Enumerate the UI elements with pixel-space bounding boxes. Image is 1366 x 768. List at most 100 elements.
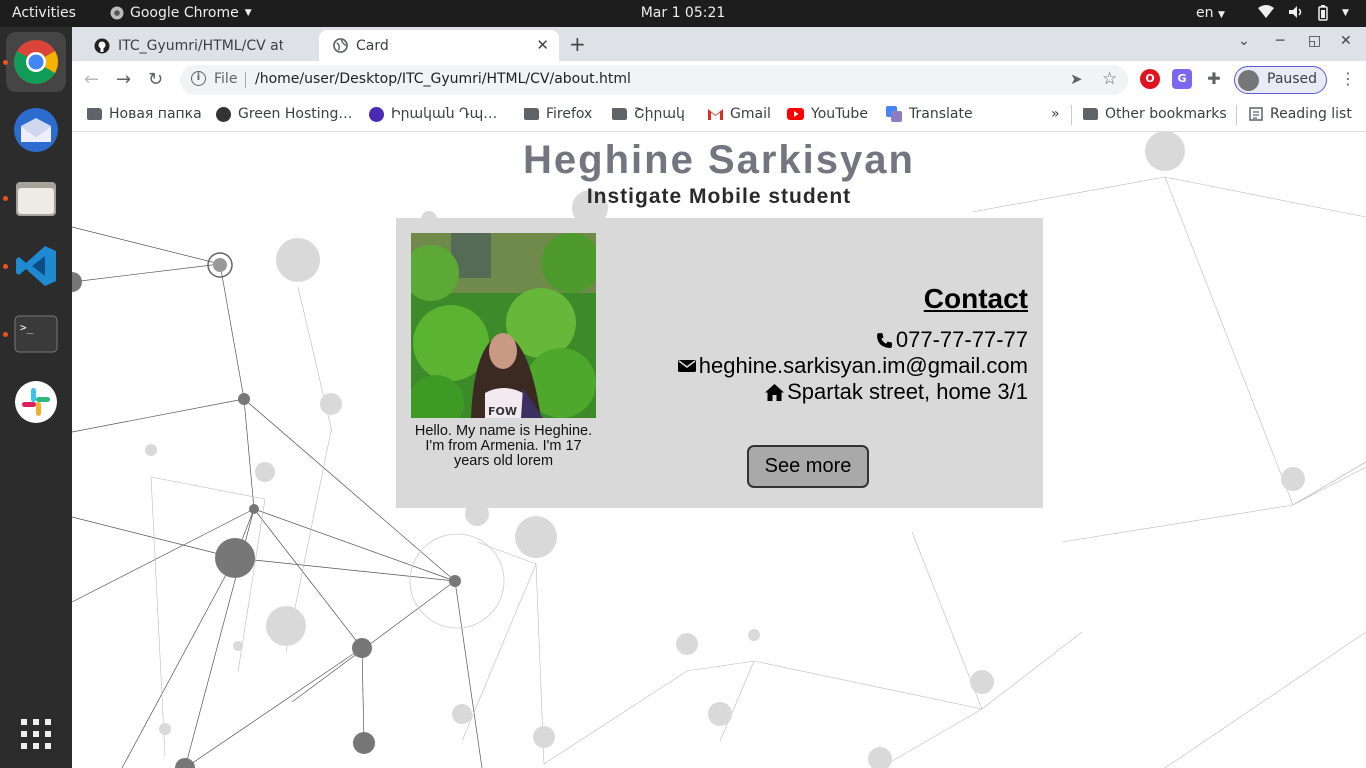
close-window-button[interactable]: ✕ (1340, 33, 1352, 49)
bookmark-gmail[interactable]: Gmail (708, 106, 771, 122)
folder-icon (1083, 108, 1098, 120)
running-indicator (3, 196, 8, 201)
address-bar[interactable]: i File /home/user/Desktop/ITC_Gyumri/HTM… (180, 65, 1128, 95)
page-subtitle: Instigate Mobile student (586, 185, 852, 208)
avatar (1238, 70, 1259, 91)
bookmark-label: Новая папка (109, 106, 202, 122)
bookmark-irakan[interactable]: Իրական Դպ… (369, 106, 497, 122)
divider (1071, 105, 1072, 125)
maximize-button[interactable]: ◱ (1308, 33, 1321, 49)
tab-title: Card (356, 37, 389, 54)
google-chrome-icon (14, 40, 58, 84)
dock-files[interactable] (6, 168, 66, 228)
reading-list-button[interactable]: Reading list (1249, 106, 1352, 122)
folder-icon (524, 108, 539, 120)
bookmarks-overflow-chevron[interactable]: » (1051, 106, 1060, 122)
dock-vscode[interactable] (6, 236, 66, 296)
intro-line: Hello. My name is Heghine. (414, 423, 593, 439)
running-indicator (3, 332, 8, 337)
volume-icon (1289, 6, 1302, 18)
dock-chrome[interactable] (6, 32, 66, 92)
files-icon (16, 182, 56, 216)
extensions-puzzle-icon[interactable]: ✚ (1204, 69, 1224, 89)
bookmark-green-hosting[interactable]: Green Hosting… (216, 106, 352, 122)
phone-line: 077-77-77-77 (876, 327, 1028, 353)
tab-github[interactable]: ITC_Gyumri/HTML/CV at m (80, 30, 318, 61)
email-address: heghine.sarkisyan.im@gmail.com (698, 353, 1028, 378)
folder-icon (612, 108, 627, 120)
other-bookmarks-label: Other bookmarks (1105, 106, 1227, 122)
svg-text:FOW: FOW (488, 405, 517, 418)
app-menu-button[interactable]: Google Chrome ▼ (110, 5, 252, 21)
see-more-button[interactable]: See more (747, 445, 869, 488)
bookmark-label: Gmail (730, 106, 771, 122)
wifi-icon (1258, 5, 1274, 18)
clock-button[interactable]: Mar 1 05:21 (641, 5, 726, 21)
bookmark-label: Translate (909, 106, 973, 122)
minimize-button[interactable]: ─ (1276, 33, 1284, 49)
globe-icon (333, 38, 348, 53)
divider (245, 72, 246, 88)
globe-icon (216, 106, 231, 122)
chevron-down-icon: ▼ (1217, 10, 1225, 20)
dock: >_ (0, 27, 72, 768)
battery-icon (1318, 5, 1328, 21)
page-viewport: Heghine Sarkisyan Instigate Mobile stude… (72, 132, 1366, 768)
send-icon[interactable]: ➤ (1070, 70, 1083, 88)
tab-search-chevron-icon[interactable]: ⌄ (1238, 33, 1250, 49)
show-applications-button[interactable] (6, 704, 66, 764)
new-tab-button[interactable]: + (569, 32, 586, 56)
app-menu-label: Google Chrome (130, 5, 239, 21)
email-line: heghine.sarkisyan.im@gmail.com (677, 353, 1028, 379)
browser-window: ITC_Gyumri/HTML/CV at m Card ✕ + ⌄ ─ ◱ ✕… (72, 27, 1366, 768)
bookmarks-bar: Новая папка Green Hosting… Իրական Դպ… Fi… (72, 99, 1366, 132)
bookmark-star-icon[interactable]: ☆ (1102, 69, 1117, 89)
bookmark-translate[interactable]: Translate (886, 106, 973, 122)
bookmark-folder-firefox[interactable]: Firefox (524, 106, 592, 122)
bookmark-youtube[interactable]: YouTube (787, 106, 868, 122)
tab-card[interactable]: Card ✕ (319, 30, 559, 61)
dock-slack[interactable] (6, 372, 66, 432)
profile-card: FOW Hello. My name is Heghine. I'm from … (396, 218, 1043, 508)
system-top-bar: Activities Google Chrome ▼ Mar 1 05:21 e… (0, 0, 1366, 27)
url-text: /home/user/Desktop/ITC_Gyumri/HTML/CV/ab… (255, 71, 631, 87)
other-bookmarks-button[interactable]: Other bookmarks (1083, 106, 1227, 122)
close-tab-icon[interactable]: ✕ (536, 36, 549, 54)
profile-status-label: Paused (1267, 71, 1318, 87)
tab-strip: ITC_Gyumri/HTML/CV at m Card ✕ + ⌄ ─ ◱ ✕ (72, 27, 1366, 61)
thunderbird-icon (14, 108, 58, 152)
chevron-down-icon: ▼ (244, 8, 252, 18)
profile-button[interactable]: Paused (1234, 66, 1327, 94)
bookmark-label: Green Hosting… (238, 106, 353, 122)
address-line: Spartak street, home 3/1 (765, 379, 1028, 405)
more-menu-icon[interactable]: ⋮ (1340, 69, 1356, 88)
translate-extension-icon[interactable]: G (1172, 69, 1192, 89)
visual-studio-code-icon (16, 246, 56, 286)
reload-button[interactable]: ↻ (148, 69, 163, 90)
bookmark-folder-novaya-papka[interactable]: Новая папка (87, 106, 202, 122)
phone-icon (876, 332, 892, 348)
bookmark-label: Firefox (546, 106, 593, 122)
phone-number: 077-77-77-77 (895, 327, 1028, 352)
divider (1236, 105, 1237, 125)
contact-heading: Contact (923, 283, 1028, 314)
tab-title: ITC_Gyumri/HTML/CV at m (118, 37, 283, 54)
running-indicator (3, 264, 8, 269)
system-menu[interactable]: ▼ (1258, 5, 1349, 21)
back-button[interactable]: ← (84, 69, 99, 90)
language-label: en (1196, 5, 1214, 21)
bookmark-folder-shirak[interactable]: Շիրակ (612, 106, 685, 122)
dock-terminal[interactable]: >_ (6, 304, 66, 364)
forward-button[interactable]: → (116, 69, 131, 90)
site-icon (369, 106, 384, 122)
opera-vpn-extension-icon[interactable]: O (1140, 69, 1160, 89)
folder-icon (87, 108, 102, 120)
bookmark-label: Շիրակ (634, 106, 685, 122)
youtube-icon (787, 108, 804, 120)
svg-text:>_: >_ (20, 321, 34, 334)
dock-thunderbird[interactable] (6, 100, 66, 160)
home-icon (765, 383, 785, 401)
activities-button[interactable]: Activities (12, 5, 76, 21)
language-indicator[interactable]: en ▼ (1196, 5, 1225, 21)
info-icon[interactable]: i (191, 71, 206, 86)
